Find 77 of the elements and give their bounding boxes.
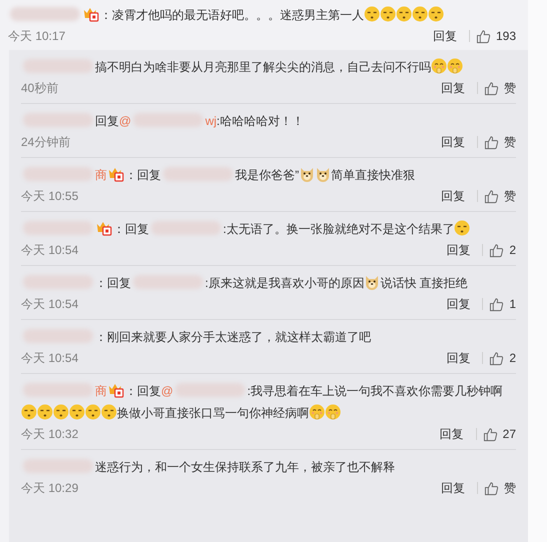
comment-text: :哈哈哈哈对！！ [216,114,304,128]
sleepy-face-icon [37,404,53,420]
like-button[interactable]: 1 [489,294,516,314]
like-button[interactable]: 赞 [484,78,516,98]
comment-text: 回复 [95,114,119,128]
sleepy-face-icon [380,6,396,22]
timestamp: 今天 10:29 [21,480,78,497]
blushing-face-icon [325,404,341,420]
timestamp: 今天 10:54 [21,296,78,313]
like-button[interactable]: 2 [489,348,516,368]
comment-text: ：刚回来就要人家分手太迷惑了，就这样太霸道了吧 [95,330,371,344]
timestamp: 今天 10:55 [21,188,78,205]
comment-text: 迷惑行为，和一个女生保持联系了九年，被亲了也不解释 [95,460,395,474]
sleepy-face-icon [454,220,470,236]
reply-button[interactable]: 回复 [440,348,476,368]
thumbs-up-icon [484,188,499,204]
timestamp: 40秒前 [21,80,58,97]
sleepy-face-icon [396,6,412,22]
comment-text: :太无语了。换一张脸就绝对不是这个结果了 [223,222,454,236]
like-button[interactable]: 27 [482,424,516,444]
comment-text: 搞不明白为啥非要从月亮那里了解尖尖的消息，自己去问不行吗 [95,60,431,74]
comment-text: :我寻思着在车上说一句我不喜欢你需要几秒钟啊 [247,384,503,398]
crown-badge-icon [83,6,99,22]
blushing-face-icon [447,58,463,74]
sleepy-face-icon [69,404,85,420]
thumbs-up-icon [476,28,491,44]
thumbs-up-icon [489,296,504,312]
comment-text: ：凌霄才他吗的最无语好吧。。。迷惑男主第一人 [100,8,364,22]
reply-button[interactable]: 回复 [440,294,476,314]
like-button[interactable]: 赞 [484,132,516,152]
reply-button[interactable]: 回复 [435,132,471,152]
sleepy-face-icon [21,404,37,420]
dog-face-icon [299,166,315,182]
comment-text: ：回复 [95,276,131,290]
comment-text: ：回复 [125,168,161,182]
thumbs-up-icon [482,426,498,442]
comment-text: 说话快 直接拒绝 [380,276,468,290]
dog-face-icon [315,166,331,182]
dog-face-icon [364,274,380,290]
timestamp: 今天 10:54 [21,242,78,259]
reply-button[interactable]: 回复 [435,186,471,206]
blurred-name [10,7,80,21]
comment-text: 简单直接快准狠 [331,168,415,182]
reply-button[interactable]: 回复 [426,26,463,46]
reply-button[interactable]: 回复 [435,478,471,498]
crown-badge-icon [108,166,124,182]
comment-text: 换做小哥直接张口骂一句你神经病啊 [117,406,309,420]
sleepy-face-icon [53,404,69,420]
like-button[interactable]: 193 [476,26,516,46]
timestamp: 今天 10:54 [21,350,78,367]
crown-badge-icon [96,220,112,236]
like-button[interactable]: 赞 [484,186,516,206]
thumbs-up-icon [489,350,504,366]
sleepy-face-icon [412,6,428,22]
sleepy-face-icon [101,404,117,420]
blushing-face-icon [431,58,447,74]
timestamp: 今天 10:17 [8,28,66,45]
thumbs-up-icon [484,80,499,96]
blushing-face-icon [309,404,325,420]
comment-text: ：回复 [125,384,161,398]
timestamp: 今天 10:32 [21,426,78,443]
reply-button[interactable]: 回复 [440,240,476,260]
crown-badge-icon [108,382,124,398]
timestamp: 24分钟前 [21,134,70,151]
thumbs-up-icon [489,242,504,258]
sleepy-face-icon [85,404,101,420]
sleepy-face-icon [428,6,444,22]
comment-text: ：回复 [113,222,149,236]
comment-text: :原来这就是我喜欢小哥的原因 [205,276,364,290]
like-button[interactable]: 赞 [484,478,516,498]
reply-button[interactable]: 回复 [435,78,471,98]
sleepy-face-icon [364,6,380,22]
comment-text: 我是你爸爸” [235,168,299,182]
reply-button[interactable]: 回复 [434,424,470,444]
like-button[interactable]: 2 [489,240,516,260]
thumbs-up-icon [484,480,499,496]
thumbs-up-icon [484,134,499,150]
